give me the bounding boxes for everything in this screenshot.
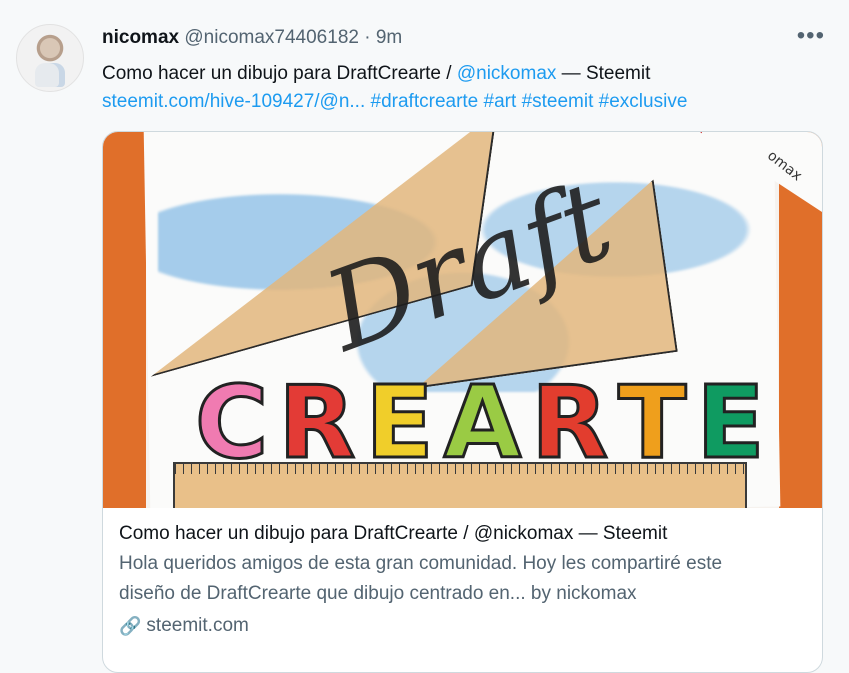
tweet: nicomax @nicomax74406182 · 9m ••• Como h…	[0, 0, 849, 673]
mention-link[interactable]: @nickomax	[457, 63, 557, 84]
url-link[interactable]: steemit.com/hive-109427/@n...	[102, 91, 365, 112]
straight-ruler	[173, 462, 747, 508]
tweet-text: Como hacer un dibujo para DraftCrearte /…	[102, 60, 687, 116]
tweet-header: nicomax @nicomax74406182 · 9m	[102, 27, 402, 49]
timestamp[interactable]: 9m	[376, 27, 402, 48]
letter-t: T	[617, 363, 688, 483]
letter-r-2: R	[530, 363, 610, 483]
tweet-text-suffix: — Steemit	[556, 63, 651, 84]
card-domain[interactable]: 🔗 steemit.com	[119, 611, 809, 641]
hashtag-exclusive[interactable]: #exclusive	[599, 91, 688, 112]
card-description: Hola queridos amigos de esta gran comuni…	[119, 549, 809, 609]
avatar[interactable]	[16, 24, 84, 92]
letter-c: C	[193, 363, 269, 483]
separator-dot: ·	[364, 27, 371, 48]
card-description-line-2: diseño de DraftCrearte que dibujo centra…	[119, 583, 637, 604]
display-name[interactable]: nicomax	[102, 27, 179, 48]
card-description-line-1: Hola queridos amigos de esta gran comuni…	[119, 553, 723, 574]
letter-r-1: R	[277, 363, 357, 483]
domain-text: steemit.com	[146, 615, 249, 636]
card-image[interactable]: Draft omax C R E A R T E	[103, 132, 822, 508]
link-icon: 🔗	[119, 616, 142, 636]
hashtag-art[interactable]: #art	[484, 91, 517, 112]
username[interactable]: @nicomax74406182	[184, 27, 359, 48]
tweet-text-line-1: Como hacer un dibujo para DraftCrearte /…	[102, 60, 687, 88]
hashtag-draftcrearte[interactable]: #draftcrearte	[371, 91, 479, 112]
letter-a: A	[442, 363, 522, 483]
tweet-text-prefix: Como hacer un dibujo para DraftCrearte /	[102, 63, 457, 84]
letter-e-2: E	[695, 363, 766, 483]
more-icon[interactable]: •••	[797, 24, 825, 48]
link-preview-card[interactable]: Draft omax C R E A R T E Como hacer un d…	[102, 131, 823, 673]
letter-e-1: E	[364, 363, 435, 483]
crearte-letters: C R E A R T E	[193, 363, 766, 483]
card-body: Como hacer un dibujo para DraftCrearte /…	[119, 519, 809, 641]
hashtag-steemit[interactable]: #steemit	[522, 91, 594, 112]
card-title[interactable]: Como hacer un dibujo para DraftCrearte /…	[119, 519, 809, 549]
tweet-text-line-2: steemit.com/hive-109427/@n... #draftcrea…	[102, 88, 687, 116]
